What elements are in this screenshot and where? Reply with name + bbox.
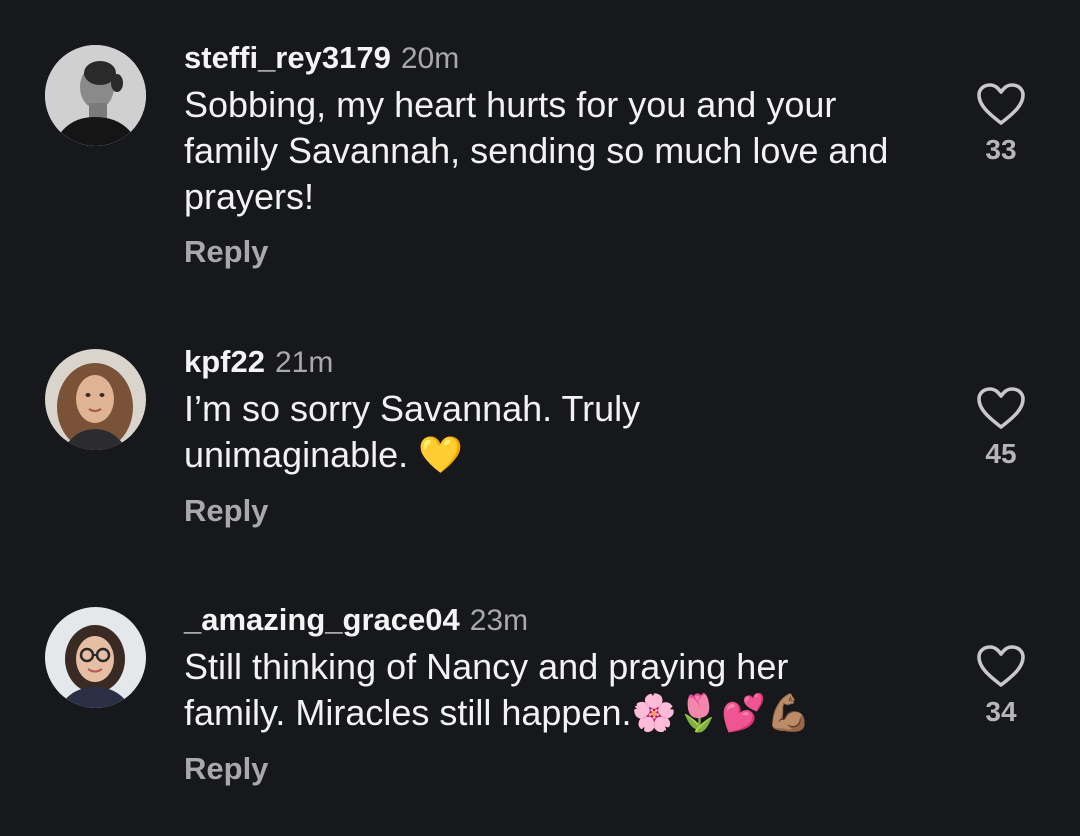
emoji: 🌸🌷💕💪🏽 — [631, 693, 811, 734]
like-count: 45 — [985, 438, 1017, 469]
comment-text: Sobbing, my heart hurts for you and your… — [184, 82, 904, 220]
reply-button[interactable]: Reply — [184, 749, 268, 789]
like-count: 34 — [985, 696, 1017, 727]
comment-time: 23m — [469, 604, 529, 637]
comment-time: 21m — [274, 346, 334, 379]
comment-text-content: Sobbing, my heart hurts for you and your… — [184, 84, 889, 217]
comment-text: I’m so sorry Savannah. Truly unimaginabl… — [184, 386, 704, 479]
like-control: 33 — [970, 82, 1032, 166]
username[interactable]: _amazing_grace04 — [184, 602, 460, 637]
emoji: 💛 — [418, 435, 463, 476]
heart-outline-icon[interactable] — [970, 82, 1032, 126]
reply-button[interactable]: Reply — [184, 491, 268, 531]
like-control: 45 — [970, 386, 1032, 470]
username[interactable]: steffi_rey3179 — [184, 40, 391, 75]
comment-text-content: I’m so sorry Savannah. Truly unimaginabl… — [184, 388, 641, 475]
reply-button[interactable]: Reply — [184, 232, 268, 272]
comment-text: Still thinking of Nancy and praying her … — [184, 644, 884, 737]
like-control: 34 — [970, 644, 1032, 728]
username[interactable]: kpf22 — [184, 344, 265, 379]
avatar[interactable] — [45, 45, 146, 146]
avatar[interactable] — [45, 607, 146, 708]
heart-outline-icon[interactable] — [970, 644, 1032, 688]
like-count: 33 — [985, 134, 1017, 165]
avatar[interactable] — [45, 349, 146, 450]
heart-outline-icon[interactable] — [970, 386, 1032, 430]
comment-time: 20m — [400, 42, 460, 75]
